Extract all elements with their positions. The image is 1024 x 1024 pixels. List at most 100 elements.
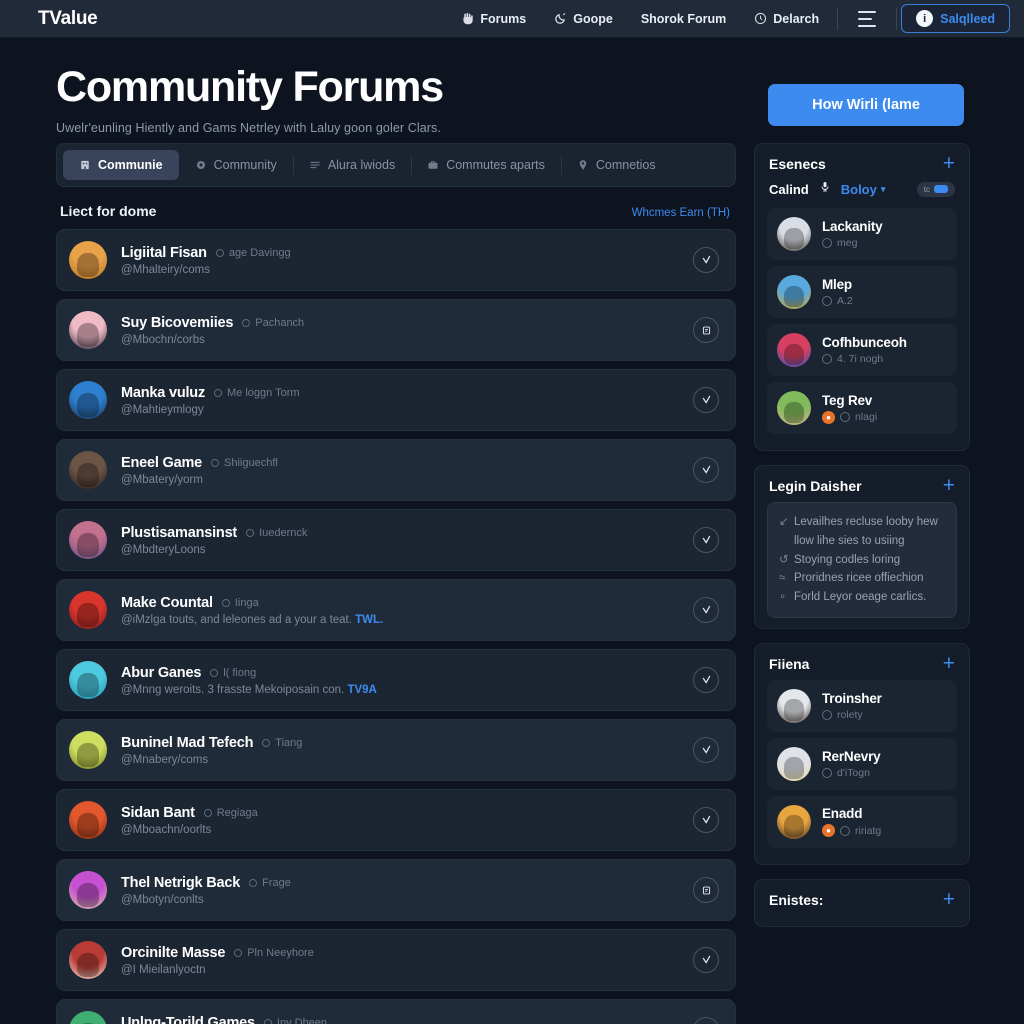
page-title: Community Forums [56,63,444,111]
list-action-link[interactable]: Whcmes Earn (TH) [632,207,730,219]
tab-communie[interactable]: Communie [63,150,179,181]
list-item[interactable]: Mlep A.2 [767,266,957,319]
list-item-meta: rolety [822,709,882,721]
mic-icon [819,180,831,198]
row-action-button[interactable] [693,247,719,274]
status-dot-icon [263,1018,272,1024]
list-item-name: Lackanity [822,219,883,235]
table-row[interactable]: Make Countal Iinga @iMzlga touts, and lele… [56,579,736,642]
nav-links: Forums Goope Shorok Forum Delarch i Salq… [447,4,1010,33]
card-header: Legin Daisher + [767,475,957,496]
filter-select[interactable]: Boloy ▾ [841,182,886,197]
row-name: Buninel Mad Tefech [121,734,254,751]
table-row[interactable]: Abur Ganes l( fiong @Mnng weroits. 3 frass… [56,649,736,712]
table-row[interactable]: Manka vuluz Me loggn Torm @Mahtieymlogy [56,369,736,432]
row-body: Orcinilte Masse Pln Neeyhore @I Mieilanlyo… [121,945,683,976]
list-item[interactable]: Teg Rev ● nlagi [767,382,957,435]
row-handle: @I Mieilanlyoctn [121,964,683,976]
row-action-button[interactable] [693,737,719,764]
row-body: Thel Netrigk Back Frage @Mbotyn/conlts [121,875,683,906]
status-dot-icon [249,878,258,887]
card-title: Fiiena [769,655,810,672]
table-row[interactable]: Plustisamansinst Iuedernck @MbdteryLoons [56,509,736,572]
signin-label: Salqlleed [940,11,995,26]
hamburger-icon[interactable] [856,10,878,27]
bullet-icon: ∘ [779,590,787,603]
row-action-button[interactable] [693,317,719,344]
row-meta: Shiiguechfl [211,457,278,469]
nav-item-label: Forums [480,11,527,26]
list-item[interactable]: Enadd ● ririatg [767,795,957,848]
row-body: Manka vuluz Me loggn Torm @Mahtieymlogy [121,385,683,416]
lines-icon [309,159,321,171]
row-handle-text: @Mnabery/coms [121,753,209,766]
avatar [69,591,107,630]
status-dot-icon [242,318,251,327]
tab-alura-lwiods[interactable]: Alura lwiods [292,150,411,180]
add-icon[interactable]: + [943,153,955,174]
table-row[interactable]: Unlng-Torild GamesIny Dheen@Nucoctny/con… [56,999,736,1024]
main-column: Communie Community Alura lwiods Commutes… [56,143,736,1024]
table-row[interactable]: Eneel Game Shiiguechfl @Mbatery/yorm [56,439,736,502]
row-handle: @iMzlga touts, and leleones ad a your a … [121,614,683,626]
nav-item-label: Shorok Forum [640,11,727,26]
table-row[interactable]: Orcinilte Masse Pln Neeyhore @I Mieilanlyo… [56,929,736,992]
row-meta-text: Me loggn Torm [227,386,300,399]
nav-item-shorok-forum[interactable]: Shorok Forum [627,12,740,26]
add-icon[interactable]: + [943,475,955,496]
status-dot-icon [210,668,219,677]
list-item-name: Cofhbunceoh [822,335,907,351]
row-handle-text: @Mboachn/oorlts [121,823,212,836]
row-action-button[interactable] [693,807,719,834]
row-action-button[interactable] [693,387,719,414]
row-action-button[interactable] [693,667,719,694]
row-meta: Me loggn Torm [214,387,300,399]
list-item-meta: d'iTogn [822,767,880,779]
row-action-button[interactable] [693,877,719,904]
how-it-works-button[interactable]: How Wirli (lame [768,84,964,126]
avatar [777,217,811,252]
table-row[interactable]: Suy Bicovemiies Pachanch @Mbochn/corbs [56,299,736,362]
add-icon[interactable]: + [943,653,955,674]
bullet-icon: ↺ [779,553,789,566]
table-row[interactable]: Sidan Bant Regiaga @Mboachn/oorlts [56,789,736,852]
row-action-button[interactable] [693,597,719,624]
nav-item-forums[interactable]: Forums [447,12,540,26]
table-row[interactable]: Ligiital Fisan age Davingg @Mhalteiry/coms [56,229,736,292]
list-item[interactable]: Cofhbunceoh 4. 7i nogh [767,324,957,377]
status-ring-icon [840,825,850,836]
row-handle-highlight: TV9A [347,683,377,696]
row-name: Ligiital Fisan [121,244,207,261]
row-name: Suy Bicovemiies [121,314,234,331]
row-action-button[interactable] [693,527,719,554]
tab-comnetios[interactable]: Comnetios [560,150,672,180]
tab-commutes-aparts[interactable]: Commutes aparts [411,150,561,180]
list-item-body: RerNevry d'iTogn [822,749,881,779]
row-handle-text: @iMzlga touts, and leleones ad a your a … [121,613,352,626]
table-row[interactable]: Buninel Mad Tefech Tiang @Mnabery/coms [56,719,736,782]
row-body: Ligiital Fisan age Davingg @Mhalteiry/coms [121,245,683,276]
row-action-button[interactable] [693,1017,719,1024]
nav-item-delarch[interactable]: Delarch [740,12,833,26]
note-text: Forld Leyor oeage carlics. [794,590,927,603]
row-body: Plustisamansinst Iuedernck @MbdteryLoons [121,525,683,556]
nav-item-goope[interactable]: Goope [540,12,627,26]
note-line: ↺ Stoying codles loring [779,551,945,570]
list-item[interactable]: Lackanity meg [767,208,957,261]
row-action-button[interactable] [693,947,719,974]
row-name: Thel Netrigk Back [121,874,241,891]
list-item[interactable]: Troinsher rolety [767,679,957,732]
row-action-button[interactable] [693,457,719,484]
row-handle: @Mbatery/yorm [121,474,683,486]
signin-button[interactable]: i Salqlleed [901,4,1010,33]
avatar [777,275,811,310]
list-item[interactable]: RerNevry d'iTogn [767,737,957,790]
add-icon[interactable]: + [943,889,955,910]
row-meta-text: Iuedernck [259,526,308,539]
sidebar-card: Enistes: + [754,878,970,927]
table-row[interactable]: Thel Netrigk Back Frage @Mbotyn/conlts [56,859,736,922]
brand-logo[interactable]: TValue [38,8,98,30]
row-name: Sidan Bant [121,804,195,821]
tab-community[interactable]: Community [179,150,293,180]
location-icon [577,159,589,171]
